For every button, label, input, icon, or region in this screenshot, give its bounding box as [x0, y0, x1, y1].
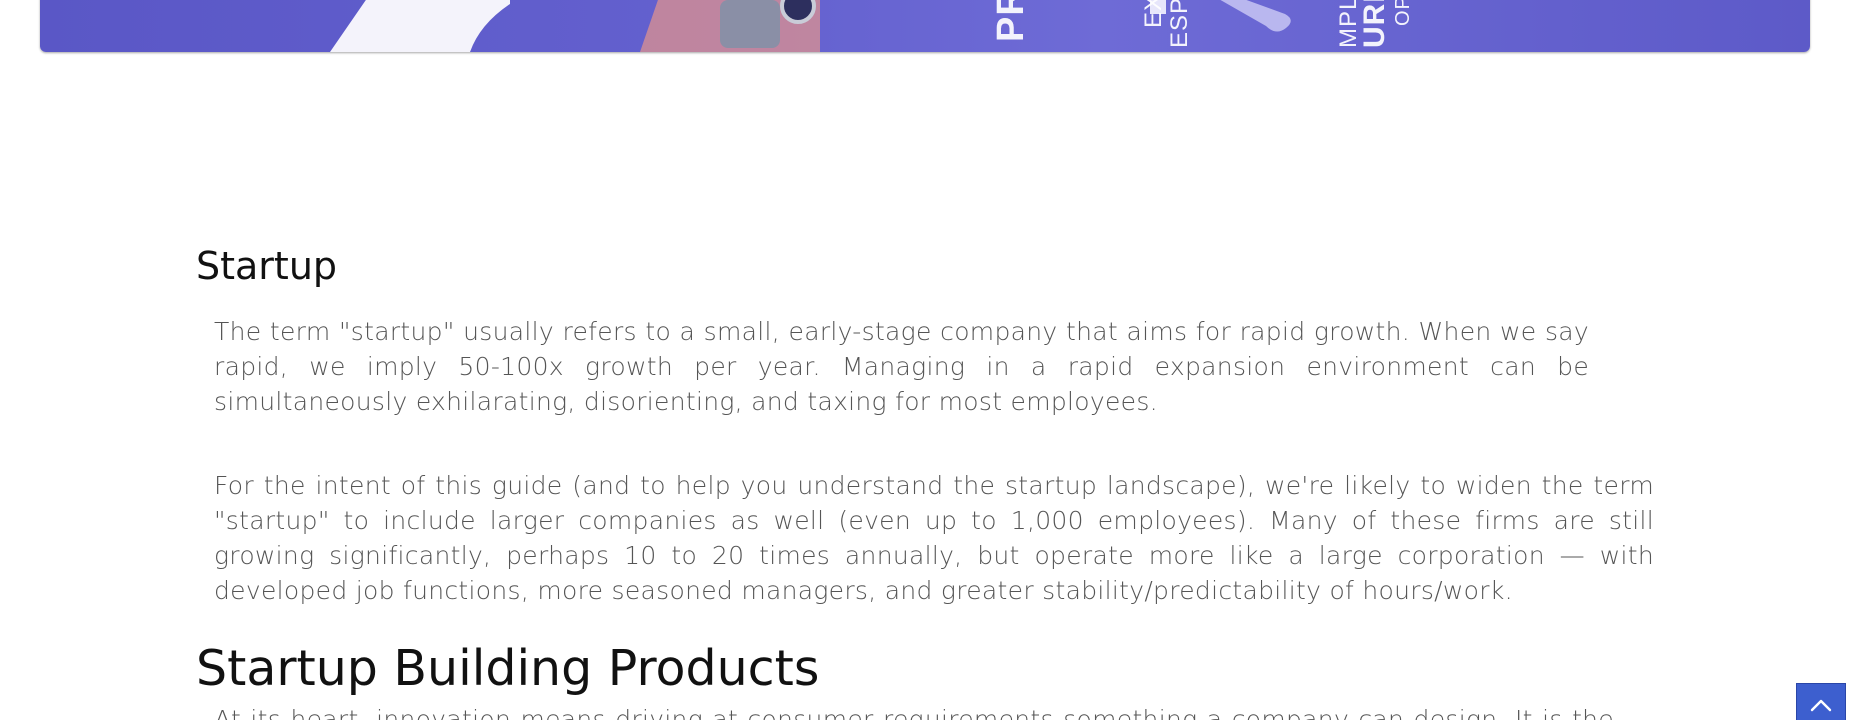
- scroll-to-top-button[interactable]: [1796, 683, 1846, 720]
- sleeve-shape: [330, 0, 510, 52]
- hero-word: PR: [990, 0, 1032, 42]
- paragraph-startup-guide-intent: For the intent of this guide (and to hel…: [214, 471, 1654, 605]
- magnifier-handle: [1220, 0, 1291, 32]
- section-heading-startup-building-products: Startup Building Products: [196, 640, 820, 697]
- hero-image: PR EX ESPO MPL URR OP: [40, 0, 1810, 52]
- paragraph-startup-building-products: At its heart, innovation means driving a…: [214, 705, 1614, 720]
- hero-word: EX: [1140, 0, 1167, 28]
- page: PR EX ESPO MPL URR OP Startup The term "…: [0, 0, 1873, 720]
- paragraph-startup-definition: The term "startup" usually refers to a s…: [214, 317, 1589, 416]
- hero-word: ESPO: [1166, 0, 1193, 48]
- hero-word: URR: [1358, 0, 1391, 48]
- chevron-up-icon: [1810, 699, 1832, 712]
- watch-face: [780, 0, 816, 24]
- hero-illustration: [330, 0, 1291, 52]
- watch-band: [720, 0, 780, 48]
- hero-word: OP: [1392, 0, 1414, 26]
- section-heading-startup: Startup: [196, 244, 338, 288]
